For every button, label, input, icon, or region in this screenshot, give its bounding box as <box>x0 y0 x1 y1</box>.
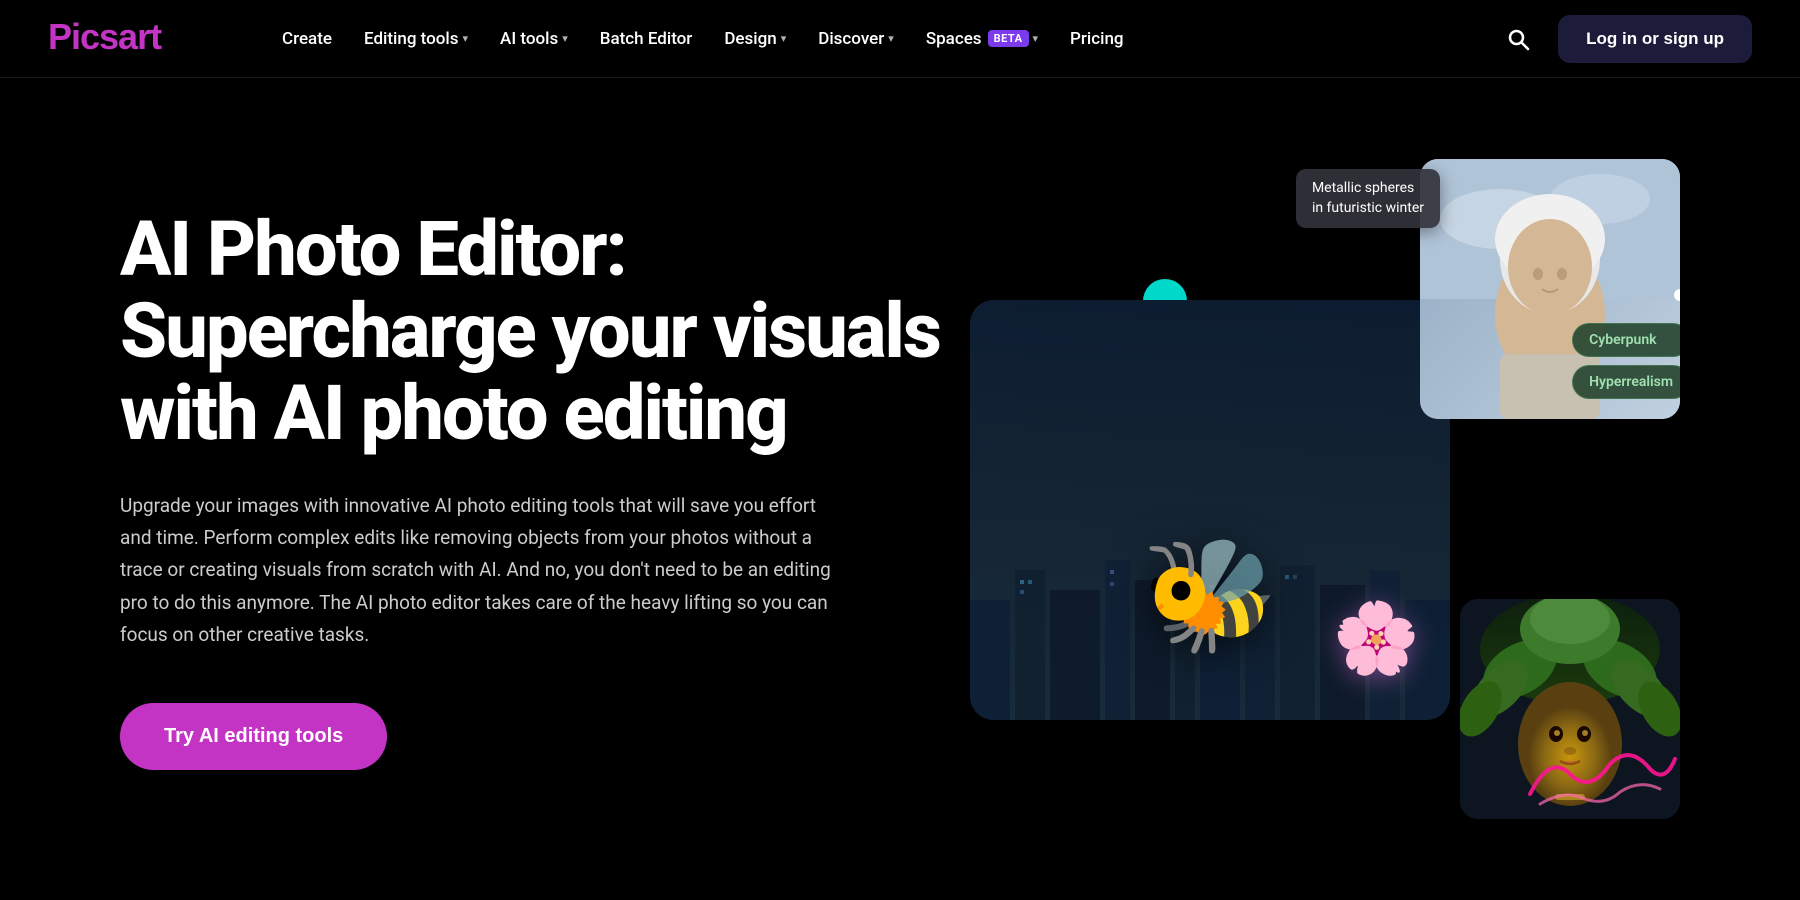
nav-editing-tools-label: Editing tools <box>364 29 459 49</box>
hero-description: Upgrade your images with innovative AI p… <box>120 490 840 651</box>
nav-create-label: Create <box>282 29 332 49</box>
hero-title: AI Photo Editor: Supercharge your visual… <box>120 208 940 454</box>
hero-section: AI Photo Editor: Supercharge your visual… <box>0 78 1800 900</box>
flower-emoji: 🌸 <box>1333 598 1420 680</box>
nav-spaces-label: Spaces <box>926 29 982 49</box>
nav-item-pricing[interactable]: Pricing <box>1056 21 1138 57</box>
nav-item-design[interactable]: Design ▾ <box>710 21 800 57</box>
nav-item-editing-tools[interactable]: Editing tools ▾ <box>350 21 482 57</box>
nav-item-spaces[interactable]: Spaces BETA ▾ <box>912 21 1052 57</box>
nav-links: Create Editing tools ▾ AI tools ▾ Batch … <box>268 21 1498 57</box>
logo[interactable]: Picsart <box>48 13 208 65</box>
nav-item-batch-editor[interactable]: Batch Editor <box>586 21 707 57</box>
hyperrealism-chip: Hyperrealism <box>1572 365 1680 399</box>
bee-emoji: 🐝 <box>1142 531 1279 660</box>
style-chips-container: Cyberpunk Hyperrealism <box>1572 323 1680 399</box>
nav-item-ai-tools[interactable]: AI tools ▾ <box>486 21 582 57</box>
spaces-beta-badge: BETA <box>988 30 1029 47</box>
headdress-card <box>1460 599 1680 819</box>
woman-style-card: Cyberpunk Hyperrealism <box>1420 159 1680 419</box>
metallic-spheres-tooltip: Metallic spheres in futuristic winter <box>1296 169 1440 228</box>
search-button[interactable] <box>1498 19 1538 59</box>
cyberpunk-chip: Cyberpunk <box>1572 323 1680 357</box>
login-button[interactable]: Log in or sign up <box>1558 15 1752 63</box>
chevron-down-icon: ▾ <box>781 32 787 45</box>
divider-dot <box>1674 289 1680 301</box>
nav-item-create[interactable]: Create <box>268 21 346 57</box>
chevron-down-icon: ▾ <box>463 32 469 45</box>
nav-ai-tools-label: AI tools <box>500 29 558 49</box>
search-icon <box>1506 27 1530 51</box>
tooltip-line1: Metallic spheres <box>1312 180 1414 196</box>
nav-item-discover[interactable]: Discover ▾ <box>804 21 908 57</box>
hero-content: AI Photo Editor: Supercharge your visual… <box>120 208 940 771</box>
nav-batch-editor-label: Batch Editor <box>600 29 693 49</box>
navigation: Picsart Create Editing tools ▾ AI tools … <box>0 0 1800 78</box>
nav-pricing-label: Pricing <box>1070 29 1124 49</box>
chevron-down-icon: ▾ <box>562 32 568 45</box>
tooltip-line2: in futuristic winter <box>1312 200 1424 216</box>
logo-text: Picsart <box>48 27 208 65</box>
svg-text:Picsart: Picsart <box>48 16 162 57</box>
pink-scribble <box>1520 734 1680 814</box>
hero-cta-button[interactable]: Try AI editing tools <box>120 703 387 770</box>
headdress-background <box>1460 599 1680 819</box>
chevron-down-icon: ▾ <box>1033 32 1039 45</box>
bee-scene: 🐝 🌸 <box>970 300 1450 720</box>
chevron-down-icon: ▾ <box>888 32 894 45</box>
woman-card-inner: Cyberpunk Hyperrealism <box>1420 159 1680 419</box>
nav-right: Log in or sign up <box>1498 15 1752 63</box>
nav-design-label: Design <box>724 29 776 49</box>
nav-discover-label: Discover <box>818 29 884 49</box>
bee-card: 🐝 🌸 <box>970 300 1450 720</box>
hero-visuals: ai <box>940 139 1680 839</box>
